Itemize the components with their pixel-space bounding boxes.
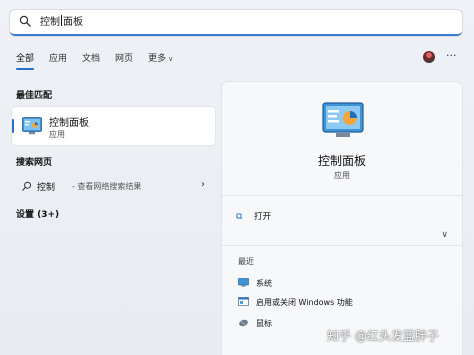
control-panel-icon [322,102,364,137]
tab-more[interactable]: 更多 ∨ [148,51,173,70]
search-text-typed: 控制 [40,17,60,28]
user-avatar[interactable] [423,51,435,63]
divider [222,245,462,246]
recent-item-windows-features[interactable]: 启用或关闭 Windows 功能 [238,297,353,308]
more-options-button[interactable]: ··· [446,49,457,62]
tab-web[interactable]: 网页 [115,51,133,70]
web-search-query: 控制 [37,183,56,193]
best-match-type: 应用 [49,130,65,139]
recent-item-label: 鼠标 [256,319,272,328]
recent-item-system[interactable]: 系统 [238,278,272,289]
settings-heading[interactable]: 设置 (3+) [16,207,59,220]
open-action[interactable]: ⧉ 打开 [236,210,271,222]
details-pane: 控制面板 应用 ⧉ 打开 ∨ 最近 系统 启用或关闭 Windows 功能 鼠标 [222,82,462,355]
selection-indicator [12,119,14,133]
best-match-name: 控制面板 [49,118,89,129]
search-input[interactable]: 控制 面板 [40,15,83,30]
windows-features-icon [238,297,249,306]
search-filter-tabs: 全部 应用 文档 网页 更多 ∨ [16,51,188,70]
best-match-heading: 最佳匹配 [16,91,53,101]
divider [222,195,462,196]
search-text-suggestion: 面板 [63,17,83,28]
recent-item-mouse[interactable]: 鼠标 [238,318,272,329]
system-icon [238,278,249,287]
text-caret [61,15,62,26]
open-external-icon: ⧉ [236,212,243,222]
watermark: 知乎 @红头发蓝胖子 [327,329,439,343]
mouse-icon [239,319,248,327]
recent-item-label: 系统 [256,279,272,288]
open-label: 打开 [254,212,272,222]
tab-all[interactable]: 全部 [16,51,35,70]
recent-heading: 最近 [238,257,254,266]
chevron-down-icon[interactable]: ∨ [441,230,448,240]
details-title: 控制面板 [317,154,366,168]
search-icon [22,181,32,191]
search-box[interactable]: 控制 面板 [10,10,462,36]
tab-more-label: 更多 [148,54,167,64]
tab-apps[interactable]: 应用 [49,51,67,70]
web-search-heading: 搜索网页 [16,158,53,168]
chevron-right-icon: › [201,179,205,190]
web-search-hint: - 查看网络搜索结果 [72,182,142,191]
control-panel-icon [22,117,42,135]
web-search-result[interactable]: 控制 - 查看网络搜索结果 › [12,176,215,196]
search-icon [19,15,31,27]
recent-item-label: 启用或关闭 Windows 功能 [256,298,353,307]
tab-documents[interactable]: 文档 [82,51,100,70]
start-search-window: 控制 面板 全部 应用 文档 网页 更多 ∨ ··· 最佳匹配 控制面板 应用 搜索… [0,0,474,355]
details-type: 应用 [334,171,350,180]
best-match-control-panel[interactable]: 控制面板 应用 [12,107,215,145]
chevron-down-icon: ∨ [168,55,174,63]
